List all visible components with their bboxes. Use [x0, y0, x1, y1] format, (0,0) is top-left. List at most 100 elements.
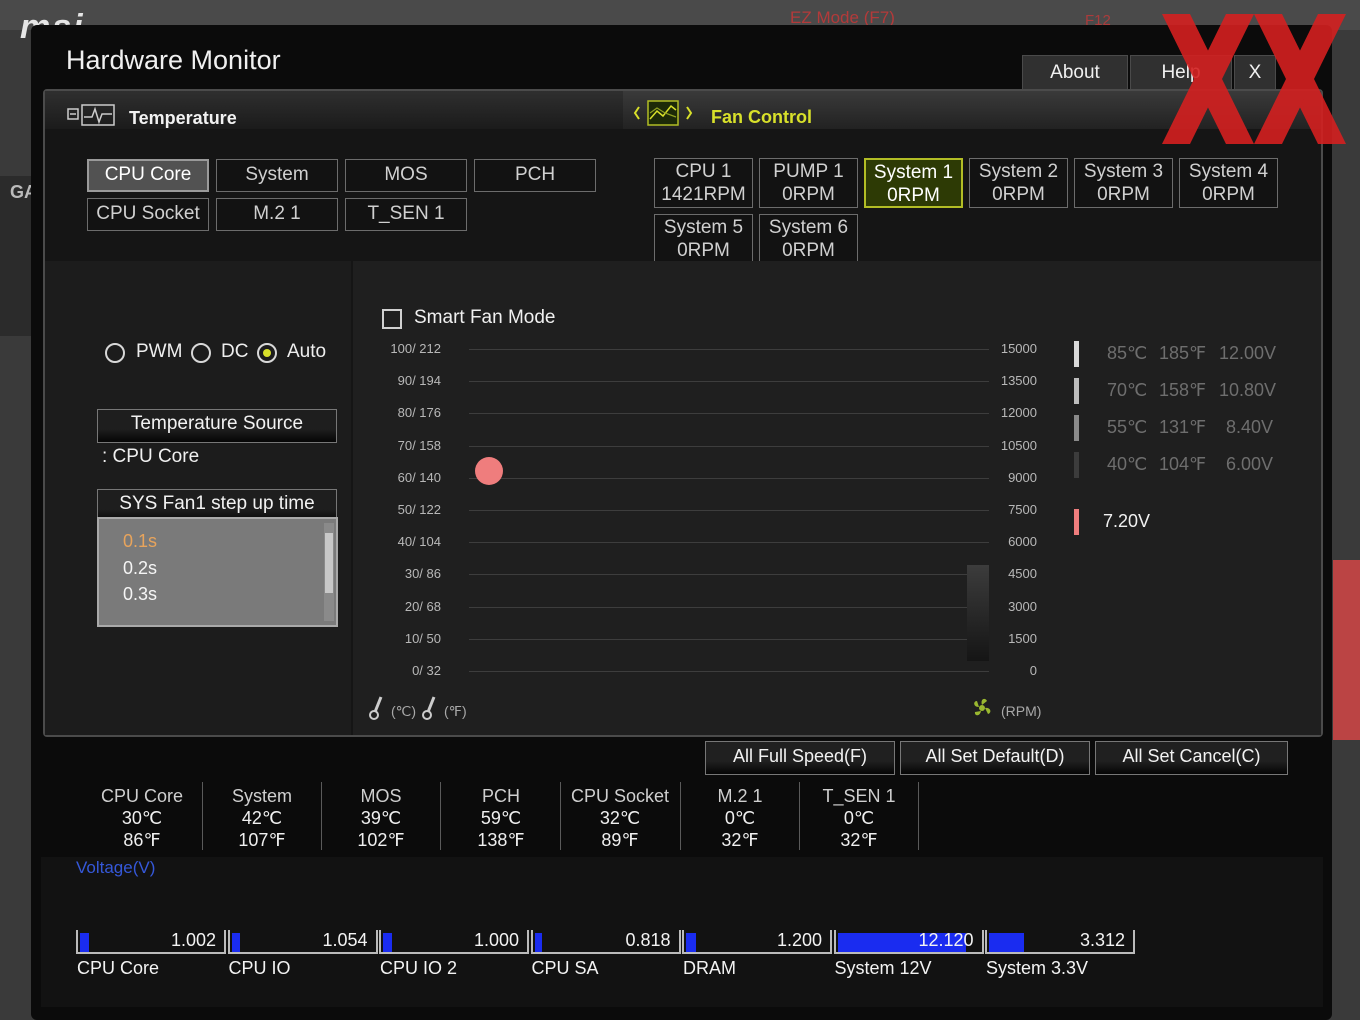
temp-source-system[interactable]: System — [216, 159, 338, 192]
voltage-title: Voltage(V) — [76, 858, 156, 877]
fan-pump-1[interactable]: PUMP 1 0RPM — [759, 158, 858, 208]
voltage-bar-fill — [231, 933, 241, 952]
temp-name: T_SEN 1 — [822, 786, 896, 806]
voltage-item: 1.054 CPU IO — [227, 930, 378, 986]
y-tick-rpm: 7500 — [1008, 502, 1037, 517]
level-voltage: 10.80V — [1219, 380, 1277, 400]
auto-label: Auto — [287, 341, 327, 362]
window-title: Hardware Monitor — [66, 45, 281, 75]
temp-source-cpu-core[interactable]: CPU Core — [87, 159, 209, 192]
y-tick-rpm: 0 — [1029, 663, 1037, 678]
temp-source-cpu-socket[interactable]: CPU Socket — [87, 198, 209, 231]
fan-rpm: 0RPM — [677, 240, 730, 261]
temperature-source-button[interactable]: Temperature Source — [97, 409, 337, 443]
y-tick-rpm: 15000 — [1000, 341, 1037, 356]
temp-c: 59℃ — [480, 808, 522, 828]
y-tick-temperature: 70/ 158 — [397, 437, 441, 453]
temp-f: 102℉ — [357, 830, 405, 850]
temp-readout-m2-1: M.2 1 0℃ 32℉ — [681, 785, 799, 851]
level-bar — [1074, 341, 1079, 367]
temp-readout-cpu-core: CPU Core 30℃ 86℉ — [83, 785, 201, 851]
y-tick-rpm: 10500 — [1000, 437, 1037, 453]
temp-f: 107℉ — [238, 830, 286, 850]
fan-name: System 3 — [1083, 161, 1164, 182]
fan-control-icon[interactable] — [633, 99, 697, 127]
level-temp-f: 185℉ — [1159, 343, 1207, 363]
grid-line — [469, 381, 989, 383]
fan-name: CPU 1 — [675, 161, 732, 182]
y-tick-temperature: 30/ 86 — [404, 566, 441, 582]
temp-name: MOS — [360, 786, 402, 806]
fan-cpu-1[interactable]: CPU 1 1421RPM — [654, 158, 753, 208]
about-button[interactable]: About — [1022, 55, 1128, 90]
fan-name: System 4 — [1188, 161, 1269, 182]
temp-source-t-sen-1[interactable]: T_SEN 1 — [345, 198, 467, 231]
dc-radio[interactable] — [191, 343, 211, 363]
tab-temperature[interactable]: Temperature — [129, 108, 237, 129]
y-tick-rpm: 13500 — [1000, 373, 1037, 389]
level-bar — [1074, 378, 1079, 404]
temp-name: CPU Socket — [570, 786, 670, 806]
divider — [918, 782, 919, 850]
fan-name: System 5 — [663, 217, 744, 238]
step-up-time-list[interactable]: 0.1s 0.2s 0.3s — [97, 517, 338, 627]
fan-rpm: 0RPM — [1097, 184, 1150, 205]
current-level-bar — [1074, 509, 1079, 535]
voltage-name: CPU SA — [531, 958, 599, 978]
fan-system-4[interactable]: System 4 0RPM — [1179, 158, 1278, 208]
grid-line — [469, 606, 989, 608]
voltage-bar-fill — [989, 933, 1025, 952]
fan-system-5[interactable]: System 5 0RPM — [654, 214, 753, 264]
y-tick-temperature: 40/ 104 — [397, 534, 441, 550]
voltage-bar-fill — [534, 933, 542, 952]
smart-fan-checkbox[interactable] — [382, 309, 402, 329]
grid-line — [469, 638, 989, 640]
step-up-option[interactable]: 0.3s — [123, 584, 157, 605]
unit-celsius: (℃) — [391, 703, 417, 719]
voltage-item: 12.120 System 12V — [833, 930, 984, 986]
temp-readout-t-sen-1: T_SEN 1 0℃ 32℉ — [800, 785, 918, 851]
temp-source-pch[interactable]: PCH — [474, 159, 596, 192]
level-voltage: 6.00V — [1226, 454, 1274, 474]
voltage-name: DRAM — [683, 958, 736, 978]
y-tick-rpm: 9000 — [1008, 469, 1037, 485]
all-full-speed-button[interactable]: All Full Speed(F) — [705, 741, 895, 775]
voltage-value: 1.002 — [170, 930, 216, 950]
temp-c: 39℃ — [360, 808, 402, 828]
voltage-item: 1.002 CPU Core — [76, 930, 226, 986]
all-set-default-button[interactable]: All Set Default(D) — [900, 741, 1090, 775]
grid-line — [469, 542, 989, 544]
thermometer-c-icon — [369, 696, 383, 720]
fan-system-3[interactable]: System 3 0RPM — [1074, 158, 1173, 208]
fan-system-2[interactable]: System 2 0RPM — [969, 158, 1068, 208]
fan-system-6[interactable]: System 6 0RPM — [759, 214, 858, 264]
voltage-value: 3.312 — [1079, 930, 1125, 950]
level-temp-c: 85℃ — [1107, 343, 1148, 363]
step-up-option[interactable]: 0.1s — [123, 531, 157, 552]
temp-readout-cpu-socket: CPU Socket 32℃ 89℉ — [561, 785, 679, 851]
temp-name: M.2 1 — [717, 786, 763, 806]
level-temp-c: 70℃ — [1107, 380, 1148, 400]
temp-c: 0℃ — [843, 808, 875, 828]
divider — [440, 782, 441, 850]
voltage-value: 1.054 — [322, 930, 368, 950]
temp-source-m2-1[interactable]: M.2 1 — [216, 198, 338, 231]
temp-name: PCH — [481, 786, 520, 806]
y-tick-temperature: 60/ 140 — [397, 469, 441, 485]
grid-line — [469, 413, 989, 415]
rpm-scale-bar — [967, 565, 989, 661]
all-set-cancel-button[interactable]: All Set Cancel(C) — [1095, 741, 1288, 775]
pwm-radio[interactable] — [105, 343, 125, 363]
list-scrollbar[interactable] — [324, 523, 334, 621]
voltage-name: CPU IO — [228, 958, 291, 978]
fan-name: System 1 — [873, 162, 954, 183]
fan-rpm: 0RPM — [782, 240, 835, 261]
scrollbar-thumb[interactable] — [325, 533, 333, 593]
fan-system-1[interactable]: System 1 0RPM — [864, 158, 963, 208]
step-up-option[interactable]: 0.2s — [123, 558, 157, 579]
tab-fan-control[interactable]: Fan Control — [711, 107, 812, 128]
grid-line — [469, 510, 989, 511]
auto-radio[interactable] — [257, 343, 277, 363]
y-tick-rpm: 12000 — [1000, 405, 1037, 421]
temp-source-mos[interactable]: MOS — [345, 159, 467, 192]
